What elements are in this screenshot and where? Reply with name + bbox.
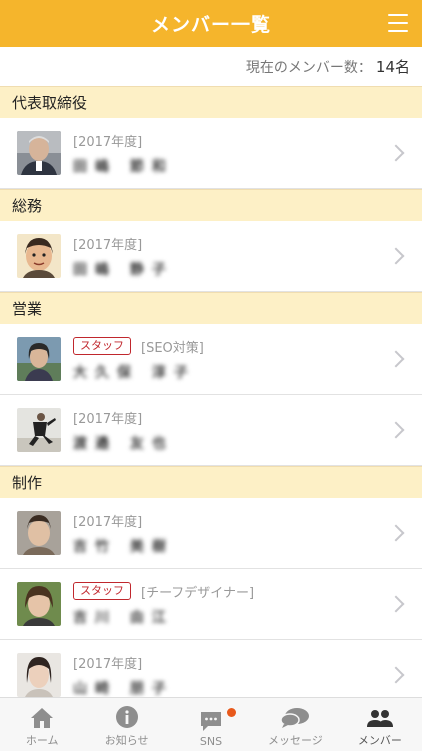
avatar (17, 582, 61, 626)
avatar (17, 234, 61, 278)
member-count-bar: 現在のメンバー数： 14名 (0, 47, 422, 86)
staff-badge: スタッフ (73, 337, 131, 355)
avatar (17, 511, 61, 555)
info-icon (115, 706, 138, 728)
member-name: 渡邉 友也 (73, 435, 174, 452)
tab-news[interactable]: お知らせ (84, 698, 168, 751)
tab-bar: ホーム お知らせ SNS メッセージ メンバー (0, 697, 422, 751)
member-name: 田嶋 節和 (73, 158, 174, 175)
members-icon (366, 710, 393, 727)
home-icon (31, 708, 54, 728)
fiscal-year: [2017年度] (73, 411, 143, 427)
chevron-right-icon (387, 666, 405, 684)
menu-icon[interactable] (388, 14, 408, 32)
section-header: 制作 (0, 466, 422, 498)
notification-dot (227, 708, 237, 717)
member-name: 山崎 朋子 (73, 680, 174, 697)
tab-label: メンバー (357, 734, 402, 747)
member-name: 吉川 由江 (73, 609, 174, 626)
member-role: [SEO対策] (141, 340, 204, 356)
chevron-right-icon (387, 144, 405, 162)
member-row[interactable]: [2017年度] 田嶋 静子 (0, 221, 422, 292)
member-list: 代表取締役 [2017年度] 田嶋 節和 総務 [2017年度] 田嶋 静子 営… (0, 86, 422, 711)
sns-icon (201, 712, 222, 731)
fiscal-year: [2017年度] (73, 237, 143, 253)
avatar (17, 337, 61, 381)
tab-label: ホーム (25, 734, 59, 747)
avatar (17, 131, 61, 175)
member-row[interactable]: スタッフ [チーフデザイナー] 吉川 由江 (0, 569, 422, 640)
fiscal-year: [2017年度] (73, 514, 143, 530)
chevron-right-icon (387, 524, 405, 542)
member-role: [チーフデザイナー] (141, 585, 255, 601)
section-header: 代表取締役 (0, 86, 422, 118)
tab-label: SNS (199, 735, 223, 748)
member-name: 大久保 淳子 (73, 364, 196, 381)
tab-label: お知らせ (104, 734, 149, 747)
section-header: 総務 (0, 189, 422, 221)
app-header: メンバー一覧 (0, 0, 422, 47)
chevron-right-icon (387, 421, 405, 439)
member-name: 田嶋 静子 (73, 261, 174, 278)
tab-home[interactable]: ホーム (0, 698, 84, 751)
message-icon (280, 708, 310, 728)
fiscal-year: [2017年度] (73, 134, 143, 150)
chevron-right-icon (387, 595, 405, 613)
staff-badge: スタッフ (73, 582, 131, 600)
member-row[interactable]: [2017年度] 田嶋 節和 (0, 118, 422, 189)
fiscal-year: [2017年度] (73, 656, 143, 672)
chevron-right-icon (387, 350, 405, 368)
member-count-label: 現在のメンバー数： (245, 59, 372, 76)
page-title: メンバー一覧 (150, 14, 271, 36)
member-row[interactable]: [2017年度] 渡邉 友也 (0, 395, 422, 466)
tab-messages[interactable]: メッセージ (253, 698, 337, 751)
member-row[interactable]: [2017年度] 吉竹 美樹 (0, 498, 422, 569)
member-count-value: 14名 (375, 58, 410, 76)
member-name: 吉竹 美樹 (73, 538, 174, 555)
tab-sns[interactable]: SNS (169, 698, 253, 751)
tab-members[interactable]: メンバー (338, 698, 422, 751)
tab-label: メッセージ (268, 734, 323, 747)
section-header: 営業 (0, 292, 422, 324)
avatar (17, 408, 61, 452)
chevron-right-icon (387, 247, 405, 265)
member-row[interactable]: スタッフ [SEO対策] 大久保 淳子 (0, 324, 422, 395)
avatar (17, 653, 61, 697)
